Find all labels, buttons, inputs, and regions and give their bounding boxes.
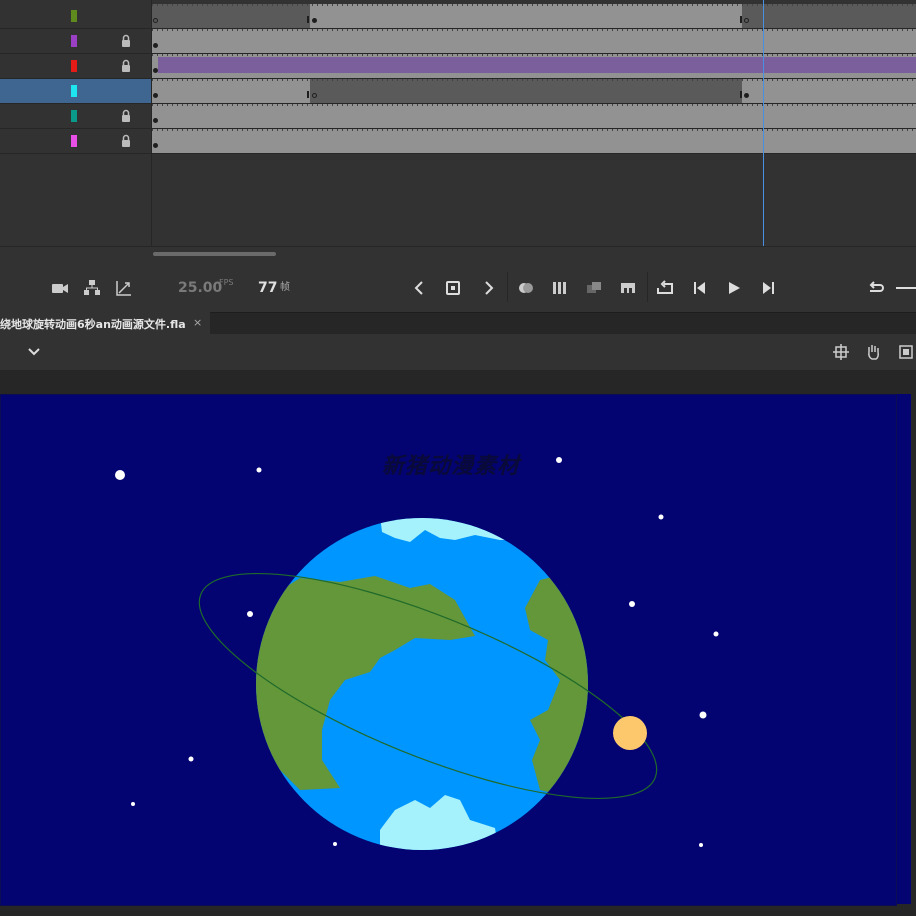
current-frame[interactable]: 77 bbox=[258, 280, 277, 296]
play-icon[interactable] bbox=[724, 278, 744, 298]
keyframe[interactable] bbox=[744, 93, 749, 98]
fps-unit: FPS bbox=[219, 278, 234, 287]
empty-keyframe[interactable] bbox=[153, 18, 158, 23]
clip-icon[interactable] bbox=[897, 343, 915, 361]
close-icon[interactable]: × bbox=[193, 316, 202, 329]
document-tab-label[interactable]: 绕地球旋转动画6秒an动画源文件.fla bbox=[0, 316, 186, 332]
layer-parenting-icon[interactable] bbox=[82, 278, 102, 298]
keyframe[interactable] bbox=[153, 93, 158, 98]
insert-keyframe-icon[interactable] bbox=[444, 278, 464, 298]
zoom-slider[interactable] bbox=[896, 287, 916, 289]
moon[interactable] bbox=[613, 716, 647, 750]
empty-keyframe[interactable] bbox=[312, 93, 317, 98]
undo-icon[interactable] bbox=[866, 278, 886, 298]
earth[interactable] bbox=[250, 505, 600, 860]
step-back-icon[interactable] bbox=[690, 278, 710, 298]
fps-value[interactable]: 25.00 bbox=[178, 280, 222, 296]
stage-edge bbox=[897, 394, 911, 904]
layer-row[interactable] bbox=[0, 104, 151, 129]
layer-color-swatch[interactable] bbox=[71, 60, 77, 72]
keyframe[interactable] bbox=[153, 143, 158, 148]
layers-panel bbox=[0, 0, 152, 246]
playhead[interactable] bbox=[763, 0, 764, 246]
layer-color-swatch[interactable] bbox=[71, 35, 77, 47]
stage-title-text[interactable]: 新猪动漫素材 bbox=[382, 448, 520, 480]
layer-row-selected[interactable] bbox=[0, 79, 151, 104]
hand-icon[interactable] bbox=[864, 343, 882, 361]
lock-icon[interactable] bbox=[119, 134, 133, 148]
center-frame-icon[interactable] bbox=[584, 278, 604, 298]
snap-icon[interactable] bbox=[832, 343, 850, 361]
divider bbox=[0, 246, 916, 247]
frame-unit: 帧 bbox=[280, 282, 290, 293]
layer-row[interactable] bbox=[0, 129, 151, 154]
lock-icon[interactable] bbox=[119, 109, 133, 123]
keyframe[interactable] bbox=[153, 68, 158, 73]
divider bbox=[647, 272, 648, 302]
chevron-left-icon[interactable] bbox=[410, 278, 430, 298]
divider bbox=[507, 272, 508, 302]
frame-track[interactable] bbox=[152, 79, 916, 104]
step-forward-icon[interactable] bbox=[758, 278, 778, 298]
frame-track[interactable] bbox=[152, 129, 916, 154]
chevron-right-icon[interactable] bbox=[478, 278, 498, 298]
keyframe[interactable] bbox=[312, 18, 317, 23]
frame-track[interactable] bbox=[152, 104, 916, 129]
frame-track[interactable] bbox=[152, 54, 916, 79]
frame-track[interactable] bbox=[152, 29, 916, 54]
keyframe[interactable] bbox=[153, 118, 158, 123]
chevron-down-icon[interactable] bbox=[26, 344, 42, 360]
timeline-frames[interactable] bbox=[152, 0, 916, 246]
lock-icon[interactable] bbox=[119, 34, 133, 48]
layer-color-swatch[interactable] bbox=[71, 10, 77, 22]
layer-row[interactable] bbox=[0, 54, 151, 79]
camera-icon[interactable] bbox=[50, 278, 70, 298]
layer-color-swatch[interactable] bbox=[71, 110, 77, 122]
layer-color-swatch[interactable] bbox=[71, 135, 77, 147]
graph-icon[interactable] bbox=[114, 278, 134, 298]
layer-row[interactable] bbox=[0, 29, 151, 54]
layer-row[interactable] bbox=[0, 4, 151, 29]
empty-keyframe[interactable] bbox=[744, 18, 749, 23]
keyframe[interactable] bbox=[153, 43, 158, 48]
lock-icon[interactable] bbox=[119, 59, 133, 73]
layer-color-swatch[interactable] bbox=[71, 85, 77, 97]
insert-tween-icon[interactable] bbox=[618, 278, 638, 298]
edit-multiple-frames-icon[interactable] bbox=[550, 278, 570, 298]
loop-icon[interactable] bbox=[655, 278, 675, 298]
onion-skin-icon[interactable] bbox=[516, 278, 536, 298]
timeline-scrollbar[interactable] bbox=[153, 252, 276, 256]
edit-bar bbox=[0, 334, 916, 371]
frame-track[interactable] bbox=[152, 4, 916, 29]
